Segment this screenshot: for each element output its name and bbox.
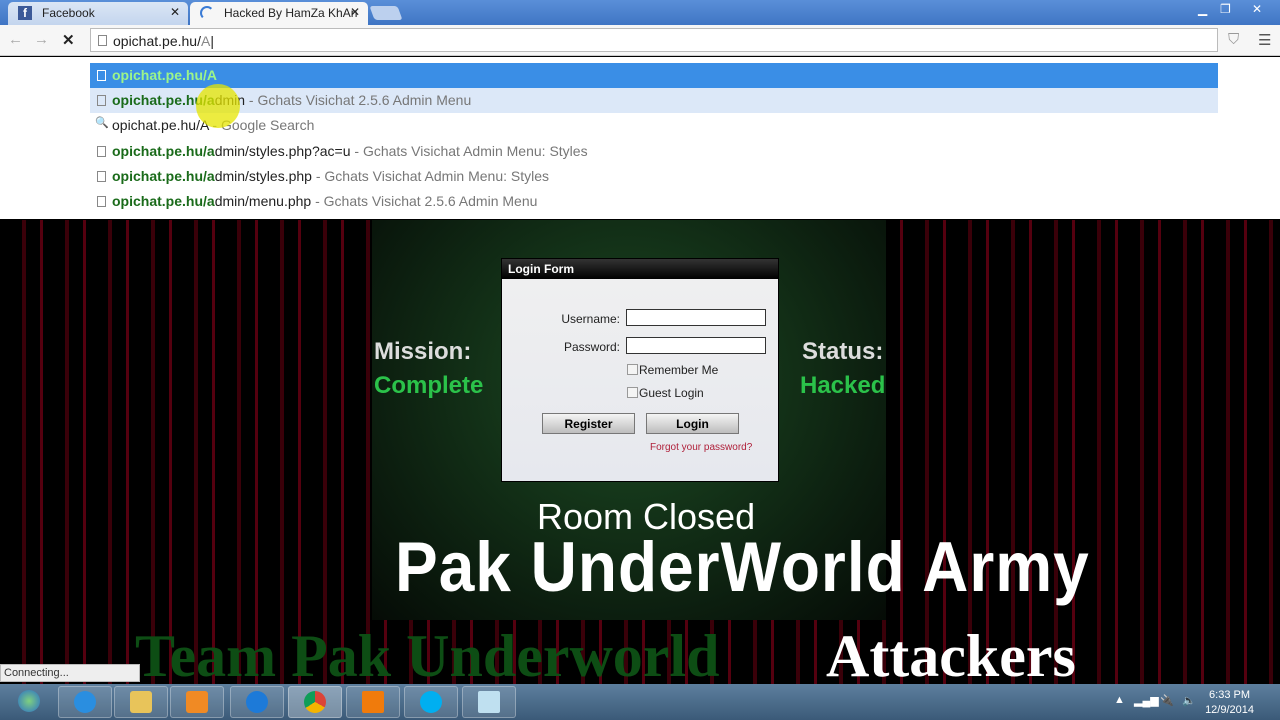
suggestion-rest: opichat.pe.hu/A [112,117,209,133]
stop-icon[interactable]: ✕ [62,31,75,49]
suggestion-item[interactable]: opichat.pe.hu/admin/menu.php - Gchats Vi… [90,189,1218,214]
address-bar[interactable]: opichat.pe.hu/A| [90,28,1218,52]
cursor-highlight [196,84,240,128]
taskbar-media[interactable] [170,686,224,718]
password-input[interactable] [626,337,766,354]
username-label: Username: [561,312,620,326]
guest-login-checkbox[interactable] [627,387,638,398]
search-icon: 🔍 [95,117,109,129]
suggestion-rest: dmin/menu.php [214,193,312,209]
suggestion-match: opichat.pe.hu/a [112,193,215,209]
taskbar-skype[interactable] [404,686,458,718]
windows-icon [18,690,40,712]
army-title: Pak UnderWorld Army [395,527,1090,607]
page-icon [97,146,106,157]
chrome-icon [304,691,326,713]
suggestion-item[interactable]: opichat.pe.hu/admin/styles.php?ac=u - Gc… [90,139,1218,164]
status-label: Status: [802,338,884,365]
suggestion-item[interactable]: opichat.pe.hu/admin/styles.php - Gchats … [90,164,1218,189]
facebook-icon: f [18,6,32,20]
media-player-icon [186,691,208,713]
suggestion-item[interactable]: 🔍 opichat.pe.hu/A - Google Search [90,113,1218,138]
restore-icon[interactable]: ❐ [1220,2,1231,16]
back-icon[interactable]: ← [8,31,23,48]
tab-hacked[interactable]: Hacked By HamZa KhAn ✕ [190,2,368,25]
notepad-icon [478,691,500,713]
remember-me-label: Remember Me [639,363,719,377]
suggestion-desc: - Gchats Visichat 2.5.6 Admin Menu [311,193,538,209]
close-window-icon[interactable]: ✕ [1252,2,1262,16]
omnibox-dropdown: opichat.pe.hu/A opichat.pe.hu/admin - Gc… [0,57,1280,219]
tab-strip: f Facebook ✕ Hacked By HamZa KhAn ✕ ▁ ❐ ✕ [0,0,1280,25]
taskbar: ▲ ▂▄▆ 🔌 🔈 6:33 PM 12/9/2014 [0,684,1280,720]
clock-date: 12/9/2014 [1205,704,1254,716]
hacked-label: Hacked [800,372,886,399]
taskbar-chrome[interactable] [288,686,342,718]
login-form-title: Login Form [502,259,778,279]
new-tab-button[interactable] [369,6,403,20]
close-tab-icon[interactable]: ✕ [350,5,360,19]
minimize-icon[interactable]: ▁ [1198,2,1207,16]
address-autocomplete: A [200,33,211,49]
status-bubble: Connecting... [0,664,140,682]
taskbar-ie[interactable] [58,686,112,718]
taskbar-vlc[interactable] [346,686,400,718]
page-icon [97,70,106,81]
register-button[interactable]: Register [542,413,635,434]
toolbar: ← → ✕ opichat.pe.hu/A| ⛉ ☰ [0,25,1280,56]
close-tab-icon[interactable]: ✕ [170,5,180,19]
start-button[interactable] [2,686,56,718]
ie-icon [74,691,96,713]
suggestion-rest: dmin/styles.php?ac=u [214,143,351,159]
show-hidden-icons[interactable]: ▲ [1114,694,1125,706]
login-button[interactable]: Login [646,413,739,434]
password-label: Password: [563,340,620,354]
network-icon[interactable]: ▂▄▆ [1134,694,1159,707]
username-input[interactable] [626,309,766,326]
guest-login-label: Guest Login [639,386,704,400]
tab-facebook[interactable]: f Facebook ✕ [8,2,188,25]
forward-icon[interactable]: → [34,31,49,48]
menu-icon[interactable]: ☰ [1258,31,1271,49]
team-text: Team Pak Underworld [135,623,720,689]
mission-label: Mission: [374,338,472,365]
skype-icon [420,691,442,713]
page-icon [98,35,107,46]
folder-icon [130,691,152,713]
remember-me-checkbox[interactable] [627,364,638,375]
tab-title: Facebook [42,6,95,20]
taskbar-app[interactable] [230,686,284,718]
suggestion-match: opichat.pe.hu/a [112,168,215,184]
page-icon [97,171,106,182]
tab-title: Hacked By HamZa KhAn [224,6,358,20]
taskbar-notepad[interactable] [462,686,516,718]
suggestion-rest: dmin/styles.php [214,168,312,184]
suggestion-desc: - Gchats Visichat Admin Menu: Styles [350,143,588,159]
login-form: Login Form Username: Password: Remember … [501,258,779,482]
forgot-password-link[interactable]: Forgot your password? [650,442,752,453]
suggestion-desc: - Gchats Visichat Admin Menu: Styles [311,168,550,184]
loading-spinner-icon [200,6,214,20]
volume-icon[interactable]: 🔈 [1182,694,1196,707]
clock-time: 6:33 PM [1209,689,1251,701]
clock[interactable]: 6:33 PM 12/9/2014 [1205,688,1254,718]
page-icon [97,196,106,207]
shield-icon[interactable]: ⛉ [1228,31,1239,48]
suggestion-item[interactable]: opichat.pe.hu/A [90,63,1218,88]
vlc-icon [362,691,384,713]
suggestion-match: opichat.pe.hu/A [112,67,217,83]
taskbar-explorer[interactable] [114,686,168,718]
page-icon [97,95,106,106]
power-icon[interactable]: 🔌 [1160,694,1174,707]
suggestion-item[interactable]: opichat.pe.hu/admin - Gchats Visichat 2.… [90,88,1218,113]
complete-label: Complete [374,372,484,399]
suggestion-match: opichat.pe.hu/a [112,143,215,159]
address-typed: opichat.pe.hu/ [113,33,201,49]
attackers-text: Attackers [826,623,1076,689]
app-icon [246,691,268,713]
suggestion-desc: - Gchats Visichat 2.5.6 Admin Menu [245,92,472,108]
